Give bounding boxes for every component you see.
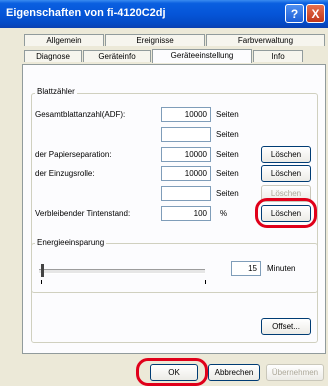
counter-field-total: 10000: [161, 107, 211, 122]
counter-unit-empty-2: Seiten: [216, 189, 239, 198]
apply-button[interactable]: Übernehmen: [266, 364, 324, 381]
counter-field-empty-1: [161, 127, 211, 142]
energy-group-label: Energieeinsparung: [35, 238, 107, 247]
counter-field-feed-roller: 10000: [161, 166, 211, 181]
close-button[interactable]: X: [306, 4, 325, 23]
energy-slider-tick-start: [41, 280, 42, 284]
counter-unit-empty-1: Seiten: [216, 130, 239, 139]
clear-feed-roller-button[interactable]: Löschen: [261, 165, 311, 182]
counter-label-total: Gesamtblattanzahl(ADF):: [35, 110, 126, 119]
energy-slider-tick-end: [205, 280, 206, 284]
tab-geraeteinfo[interactable]: Geräteinfo: [83, 50, 151, 62]
energy-minutes-field[interactable]: 15: [231, 261, 261, 276]
clear-ink-button[interactable]: Löschen: [261, 205, 311, 222]
window-title: Eigenschaften von fi-4120C2dj: [6, 7, 166, 19]
counter-label-separation: der Papierseparation:: [35, 150, 112, 159]
cancel-button[interactable]: Abbrechen: [208, 364, 260, 381]
energy-slider-track[interactable]: [39, 269, 205, 274]
clear-disabled-button[interactable]: Löschen: [261, 185, 311, 202]
ok-button[interactable]: OK: [150, 364, 198, 381]
counter-unit-ink: %: [220, 209, 228, 218]
clear-separation-button[interactable]: Löschen: [261, 146, 311, 163]
counter-unit-total: Seiten: [216, 110, 239, 119]
counter-unit-separation: Seiten: [216, 150, 239, 159]
tab-diagnose[interactable]: Diagnose: [24, 50, 82, 62]
title-bar[interactable]: Eigenschaften von fi-4120C2dj ? X: [0, 0, 328, 28]
counter-group-label: Blattzähler: [35, 87, 77, 96]
help-button[interactable]: ?: [285, 4, 304, 23]
counter-label-ink: Verbleibender Tintenstand:: [35, 209, 131, 218]
energy-minutes-unit: Minuten: [267, 264, 296, 273]
settings-panel: Blattzähler Gesamtblattanzahl(ADF): 1000…: [22, 64, 326, 354]
counter-field-ink: 100: [161, 206, 211, 221]
counter-label-feed-roller: der Einzugsrolle:: [35, 169, 95, 178]
tab-farbverwaltung[interactable]: Farbverwaltung: [206, 34, 325, 46]
energy-slider-thumb[interactable]: [41, 264, 44, 277]
counter-unit-feed-roller: Seiten: [216, 169, 239, 178]
tab-allgemein[interactable]: Allgemein: [24, 34, 104, 46]
tab-geraeteeinstellung[interactable]: Geräteeinstellung: [152, 49, 252, 63]
counter-field-empty-2: [161, 186, 211, 201]
tab-info[interactable]: Info: [253, 50, 303, 62]
counter-field-separation: 10000: [161, 147, 211, 162]
tab-ereignisse[interactable]: Ereignisse: [105, 34, 205, 46]
offset-button[interactable]: Offset...: [261, 318, 311, 335]
